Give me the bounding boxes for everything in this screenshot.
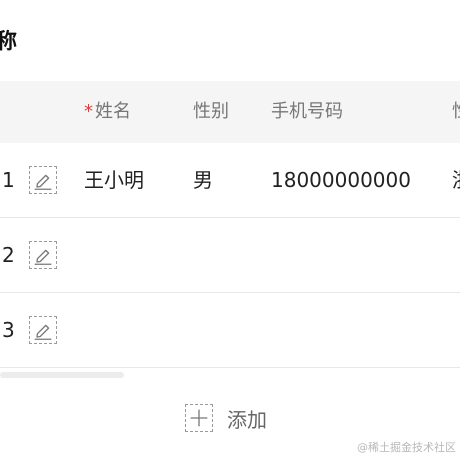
row-index: 1 xyxy=(2,168,15,192)
column-header-extra: 性 xyxy=(452,81,460,143)
row-index: 3 xyxy=(2,318,15,342)
column-header-name: * 姓名 xyxy=(84,81,131,143)
editable-table: *姓名 性别 手机号码 性 1 王小明 男 18000000000 浙 2 xyxy=(0,81,460,368)
add-row-label: 添加 xyxy=(227,407,267,432)
cell-phone[interactable]: 18000000000 xyxy=(271,143,411,217)
table-row[interactable]: 3 xyxy=(0,293,460,368)
edit-icon[interactable] xyxy=(29,316,57,344)
table-header: *姓名 性别 手机号码 性 xyxy=(0,81,460,143)
section-title: 称 xyxy=(0,29,17,53)
cell-gender[interactable]: 男 xyxy=(193,143,213,217)
edit-icon[interactable] xyxy=(29,241,57,269)
edit-icon[interactable] xyxy=(29,166,57,194)
page: 称 *姓名 性别 手机号码 性 1 王小明 男 18000000000 浙 xyxy=(0,0,460,460)
horizontal-scrollbar[interactable] xyxy=(0,372,124,378)
table-row[interactable]: 1 王小明 男 18000000000 浙 xyxy=(0,143,460,218)
table-row[interactable]: 2 xyxy=(0,218,460,293)
column-header-gender: 性别 xyxy=(193,101,229,122)
required-mark: * xyxy=(84,101,93,122)
plus-icon xyxy=(185,404,213,432)
row-index: 2 xyxy=(2,243,15,267)
cell-name[interactable]: 王小明 xyxy=(84,143,144,217)
column-header-name-label: 姓名 xyxy=(95,101,131,122)
column-header-phone: 手机号码 xyxy=(271,101,343,122)
watermark: @稀土掘金技术社区 xyxy=(357,441,456,454)
cell-extra[interactable]: 浙 xyxy=(452,143,460,217)
add-row-button[interactable]: 添加 xyxy=(185,402,267,434)
